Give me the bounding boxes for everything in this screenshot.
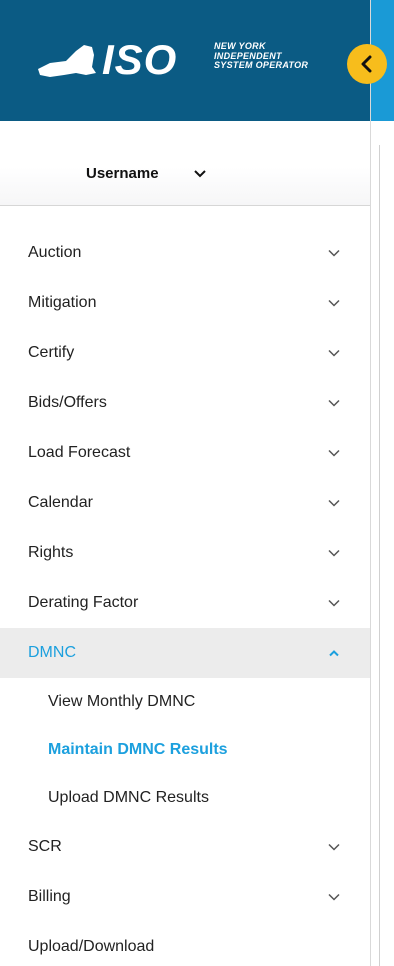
chevron-down-icon bbox=[328, 449, 340, 457]
submenu-item-upload-dmnc-results[interactable]: Upload DMNC Results bbox=[0, 774, 370, 822]
nav-menu: Auction Mitigation Certify Bids/Offers L… bbox=[0, 228, 370, 966]
menu-item-label: Derating Factor bbox=[28, 594, 139, 611]
content-divider bbox=[379, 145, 380, 966]
menu-item-dmnc[interactable]: DMNC bbox=[0, 628, 370, 678]
logo-mark: ISO bbox=[102, 36, 178, 83]
chevron-down-icon bbox=[328, 499, 340, 507]
new-york-state-shape-icon bbox=[38, 45, 96, 77]
submenu-item-label: View Monthly DMNC bbox=[48, 693, 196, 710]
chevron-left-icon bbox=[361, 55, 372, 73]
menu-item-label: DMNC bbox=[28, 644, 76, 661]
chevron-down-icon bbox=[328, 893, 340, 901]
menu-item-label: Auction bbox=[28, 244, 82, 261]
chevron-down-icon bbox=[328, 549, 340, 557]
menu-item-label: Mitigation bbox=[28, 294, 97, 311]
menu-item-mitigation[interactable]: Mitigation bbox=[0, 278, 370, 328]
menu-item-rights[interactable]: Rights bbox=[0, 528, 370, 578]
chevron-down-icon bbox=[328, 843, 340, 851]
menu-item-certify[interactable]: Certify bbox=[0, 328, 370, 378]
menu-item-label: Certify bbox=[28, 344, 75, 361]
chevron-down-icon bbox=[328, 249, 340, 257]
submenu-item-view-monthly-dmnc[interactable]: View Monthly DMNC bbox=[0, 678, 370, 726]
menu-item-label: SCR bbox=[28, 838, 62, 855]
user-menu-toggle[interactable]: Username bbox=[86, 165, 207, 182]
menu-item-upload-download[interactable]: Upload/Download bbox=[0, 922, 370, 966]
chevron-down-icon bbox=[328, 299, 340, 307]
submenu-item-label: Maintain DMNC Results bbox=[48, 741, 228, 758]
menu-item-label: Bids/Offers bbox=[28, 394, 107, 411]
submenu-item-label: Upload DMNC Results bbox=[48, 789, 209, 806]
menu-item-billing[interactable]: Billing bbox=[0, 872, 370, 922]
user-area: Username bbox=[0, 121, 370, 206]
username-label: Username bbox=[86, 165, 159, 182]
menu-item-label: Calendar bbox=[28, 494, 93, 511]
menu-item-label: Upload/Download bbox=[28, 938, 155, 955]
menu-item-label: Billing bbox=[28, 888, 71, 905]
collapse-sidebar-button[interactable] bbox=[347, 44, 387, 84]
content-edge bbox=[370, 0, 394, 966]
chevron-down-icon bbox=[328, 599, 340, 607]
menu-item-derating-factor[interactable]: Derating Factor bbox=[0, 578, 370, 628]
menu-item-calendar[interactable]: Calendar bbox=[0, 478, 370, 528]
logo-line-3: SYSTEM OPERATOR bbox=[214, 60, 309, 70]
menu-item-auction[interactable]: Auction bbox=[0, 228, 370, 278]
logo-wordmark: NEW YORK INDEPENDENT SYSTEM OPERATOR bbox=[214, 41, 344, 71]
menu-item-scr[interactable]: SCR bbox=[0, 822, 370, 872]
submenu-item-maintain-dmnc-results[interactable]: Maintain DMNC Results bbox=[0, 726, 370, 774]
menu-item-load-forecast[interactable]: Load Forecast bbox=[0, 428, 370, 478]
chevron-down-icon bbox=[328, 399, 340, 407]
chevron-down-icon bbox=[328, 349, 340, 357]
nyiso-logo: ISO NEW YORK INDEPENDENT SYSTEM OPERATOR bbox=[36, 36, 336, 83]
sidebar-header: ISO NEW YORK INDEPENDENT SYSTEM OPERATOR bbox=[0, 0, 370, 121]
menu-item-label: Load Forecast bbox=[28, 444, 131, 461]
chevron-up-icon bbox=[329, 650, 339, 657]
sidebar: ISO NEW YORK INDEPENDENT SYSTEM OPERATOR… bbox=[0, 0, 370, 966]
menu-item-label: Rights bbox=[28, 544, 74, 561]
menu-item-bids-offers[interactable]: Bids/Offers bbox=[0, 378, 370, 428]
chevron-down-icon bbox=[193, 169, 206, 177]
